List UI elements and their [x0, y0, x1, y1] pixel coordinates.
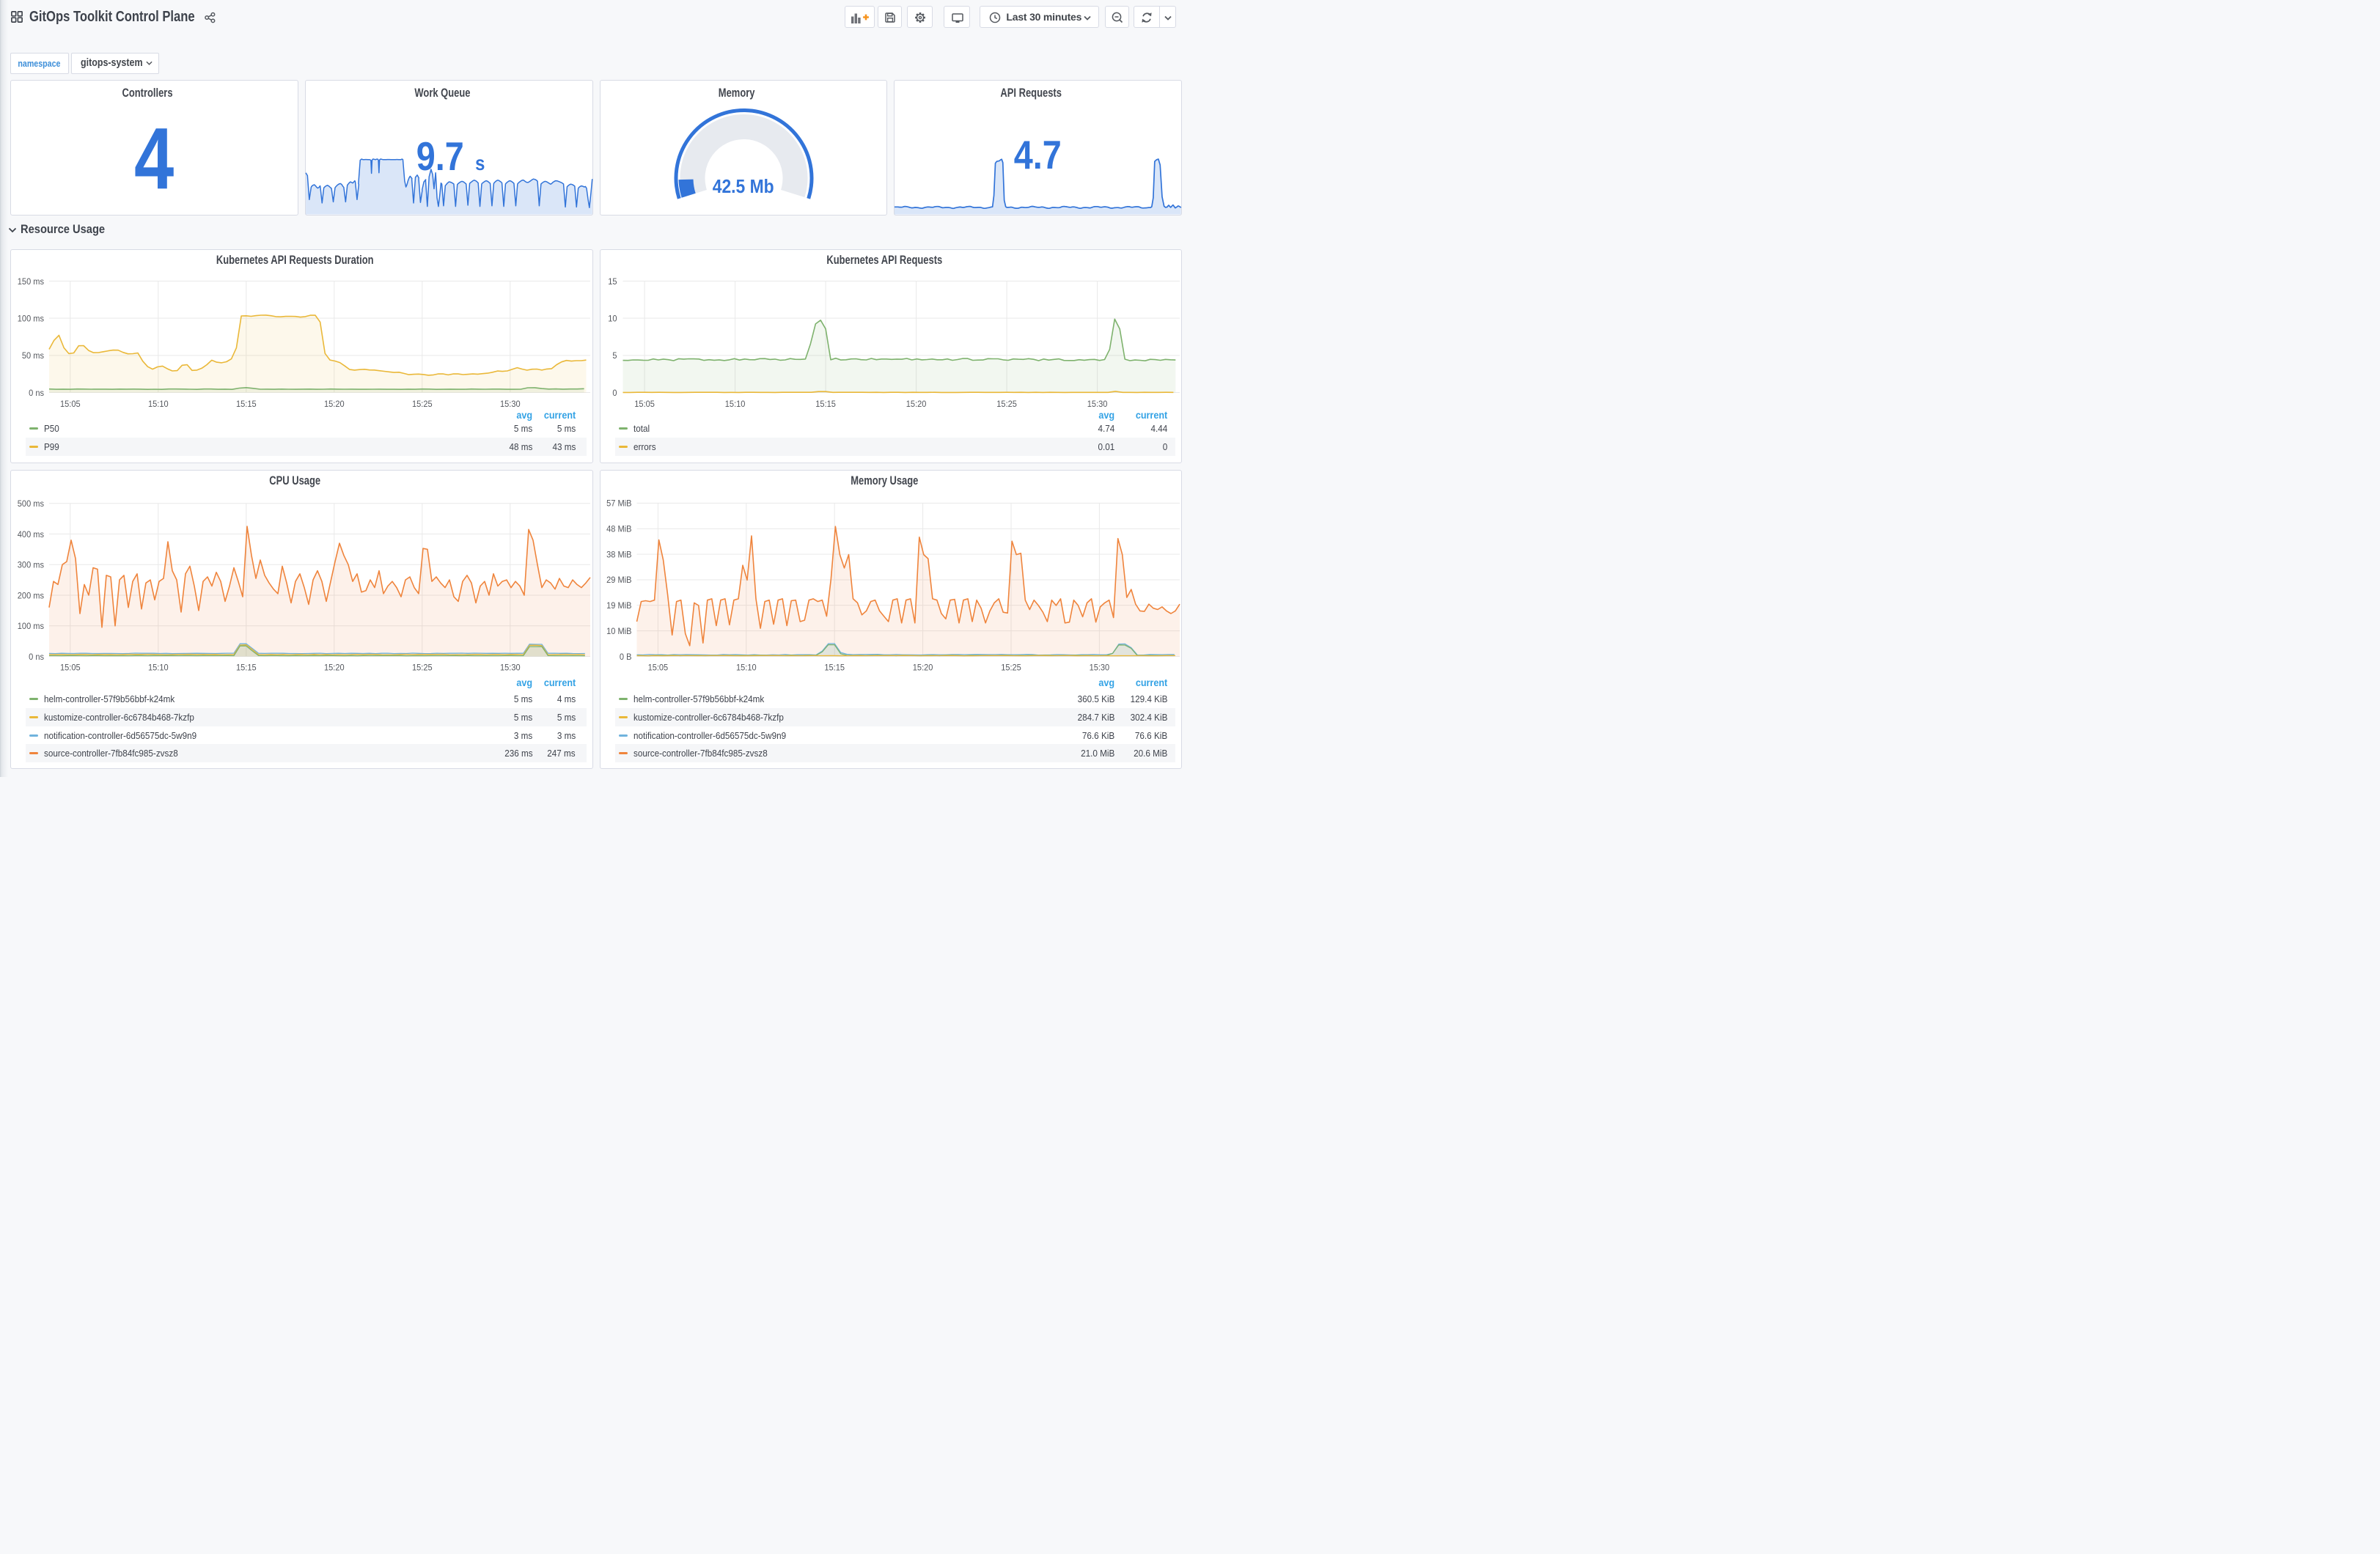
svg-text:10 MiB: 10 MiB [606, 626, 631, 636]
svg-text:200 ms: 200 ms [18, 590, 44, 600]
svg-text:100 ms: 100 ms [18, 621, 44, 631]
svg-text:15:15: 15:15 [236, 663, 257, 673]
svg-text:15: 15 [608, 276, 617, 286]
svg-text:100 ms: 100 ms [18, 313, 44, 323]
svg-text:38 MiB: 38 MiB [606, 549, 631, 559]
svg-text:50 ms: 50 ms [22, 350, 44, 361]
svg-text:CPU Usage: CPU Usage [269, 474, 320, 487]
svg-text:15:05: 15:05 [647, 663, 668, 673]
svg-text:15:30: 15:30 [500, 399, 521, 409]
svg-text:15:10: 15:10 [148, 399, 169, 409]
svg-text:Kubernetes API Requests Durati: Kubernetes API Requests Duration [216, 254, 374, 267]
svg-text:15:05: 15:05 [60, 399, 81, 409]
svg-text:15:30: 15:30 [1087, 399, 1107, 409]
svg-text:15:25: 15:25 [412, 663, 433, 673]
svg-text:15:15: 15:15 [824, 663, 845, 673]
svg-text:15:15: 15:15 [815, 399, 836, 409]
svg-text:15:05: 15:05 [60, 663, 81, 673]
svg-text:57 MiB: 57 MiB [606, 498, 631, 509]
svg-text:15:20: 15:20 [912, 663, 933, 673]
svg-text:0: 0 [612, 387, 617, 397]
svg-text:15:20: 15:20 [906, 399, 926, 409]
svg-text:300 ms: 300 ms [18, 560, 44, 570]
svg-text:19 MiB: 19 MiB [606, 600, 631, 611]
svg-text:15:25: 15:25 [1001, 663, 1021, 673]
svg-text:150 ms: 150 ms [18, 276, 44, 286]
svg-text:Kubernetes API Requests: Kubernetes API Requests [826, 254, 942, 267]
svg-text:15:10: 15:10 [724, 399, 745, 409]
svg-text:15:25: 15:25 [996, 399, 1017, 409]
svg-text:Memory Usage: Memory Usage [851, 474, 918, 487]
svg-text:48 MiB: 48 MiB [606, 524, 631, 534]
svg-text:400 ms: 400 ms [18, 529, 44, 540]
svg-text:15:10: 15:10 [736, 663, 757, 673]
svg-text:15:30: 15:30 [1089, 663, 1109, 673]
svg-text:15:25: 15:25 [412, 399, 433, 409]
svg-text:0 B: 0 B [619, 652, 631, 662]
svg-text:15:10: 15:10 [148, 663, 169, 673]
svg-text:500 ms: 500 ms [18, 498, 44, 509]
svg-text:10: 10 [608, 313, 617, 323]
svg-text:5: 5 [612, 350, 617, 361]
svg-text:0 ns: 0 ns [29, 387, 44, 397]
svg-text:15:20: 15:20 [324, 399, 345, 409]
svg-text:15:15: 15:15 [236, 399, 257, 409]
svg-text:15:20: 15:20 [324, 663, 345, 673]
svg-text:29 MiB: 29 MiB [606, 575, 631, 585]
svg-text:15:30: 15:30 [500, 663, 521, 673]
svg-text:0 ns: 0 ns [29, 652, 44, 662]
svg-text:15:05: 15:05 [634, 399, 655, 409]
